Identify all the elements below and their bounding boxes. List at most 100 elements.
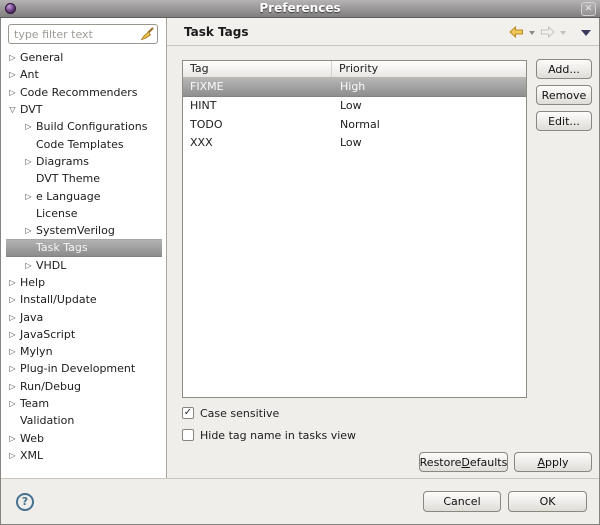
dialog-body: ▷General▷Ant▷Code Recommenders▽DVT▷Build… bbox=[1, 18, 599, 478]
priority-cell: Low bbox=[340, 99, 362, 113]
table-header-priority[interactable]: Priority bbox=[332, 61, 526, 77]
tree-collapsed-icon[interactable]: ▷ bbox=[6, 347, 19, 356]
hide-tag-name-in-tasks-view-checkbox[interactable]: Hide tag name in tasks view bbox=[182, 428, 356, 442]
edit-button[interactable]: Edit... bbox=[536, 111, 592, 131]
clear-filter-broom-icon[interactable] bbox=[140, 27, 154, 41]
tree-collapsed-icon[interactable]: ▷ bbox=[6, 399, 19, 408]
forward-arrow-icon[interactable] bbox=[540, 25, 555, 38]
tree-collapsed-icon[interactable]: ▷ bbox=[6, 313, 19, 322]
table-row-fixme[interactable]: FIXME High bbox=[183, 78, 526, 97]
sidebar-item-ant[interactable]: ▷ Ant bbox=[1, 66, 166, 83]
task-tags-table: Tag Priority FIXME High HINT Low TODO Normal X… bbox=[182, 60, 527, 398]
case-sensitive-checkbox[interactable]: ✓ Case sensitive bbox=[182, 406, 356, 420]
sidebar-item-label: Team bbox=[20, 397, 50, 411]
table-row-hint[interactable]: HINT Low bbox=[183, 97, 526, 116]
priority-cell: High bbox=[340, 80, 366, 94]
tree-collapsed-icon[interactable]: ▷ bbox=[6, 70, 19, 79]
table-row-xxx[interactable]: XXX Low bbox=[183, 134, 526, 153]
nav-controls bbox=[509, 25, 591, 38]
sidebar-item-build-configurations[interactable]: ▷ Build Configurations bbox=[1, 118, 166, 135]
help-icon: ? bbox=[21, 495, 29, 508]
checkbox-label: Case sensitive bbox=[200, 406, 280, 420]
sidebar-item-label: Ant bbox=[20, 68, 39, 82]
ok-button[interactable]: OK bbox=[508, 491, 587, 512]
tree-collapsed-icon[interactable]: ▷ bbox=[22, 192, 35, 201]
close-button[interactable]: ✕ bbox=[581, 2, 596, 16]
checkbox-unchecked-icon[interactable] bbox=[182, 429, 194, 441]
sidebar-item-label: VHDL bbox=[36, 258, 67, 272]
options-checkboxes: ✓ Case sensitive Hide tag name in tasks vi… bbox=[182, 406, 356, 442]
close-icon: ✕ bbox=[584, 4, 593, 14]
sidebar-item-code-recommenders[interactable]: ▷ Code Recommenders bbox=[1, 84, 166, 101]
tree-collapsed-icon[interactable]: ▷ bbox=[6, 278, 19, 287]
sidebar-item-code-templates[interactable]: Code Templates bbox=[1, 135, 166, 152]
tree-collapsed-icon[interactable]: ▷ bbox=[22, 261, 35, 270]
sidebar-item-dvt-theme[interactable]: DVT Theme bbox=[1, 170, 166, 187]
tree-collapsed-icon[interactable]: ▷ bbox=[6, 88, 19, 97]
restore-defaults-button[interactable]: Restore Defaults bbox=[419, 452, 508, 472]
sidebar-item-label: Install/Update bbox=[20, 293, 97, 307]
sidebar-item-install-update[interactable]: ▷ Install/Update bbox=[1, 291, 166, 308]
filter-field[interactable] bbox=[8, 24, 158, 44]
cancel-button[interactable]: Cancel bbox=[423, 491, 501, 512]
sidebar-item-systemverilog[interactable]: ▷ SystemVerilog bbox=[1, 222, 166, 239]
sidebar-item-label: Run/Debug bbox=[20, 379, 81, 393]
remove-button[interactable]: Remove bbox=[536, 85, 592, 105]
sidebar-item-label: Diagrams bbox=[36, 154, 89, 168]
sidebar-item-task-tags[interactable]: Task Tags bbox=[1, 239, 166, 257]
tag-action-buttons: Add... Remove Edit... bbox=[536, 59, 592, 131]
sidebar-item-dvt[interactable]: ▽ DVT bbox=[1, 101, 166, 118]
tree-collapsed-icon[interactable]: ▷ bbox=[6, 364, 19, 373]
sidebar-item-run-debug[interactable]: ▷ Run/Debug bbox=[1, 378, 166, 395]
table-body: FIXME High HINT Low TODO Normal XXX Low bbox=[183, 78, 526, 152]
filter-input[interactable] bbox=[14, 27, 140, 41]
sidebar-item-mylyn[interactable]: ▷ Mylyn bbox=[1, 343, 166, 360]
sidebar-item-diagrams[interactable]: ▷ Diagrams bbox=[1, 153, 166, 170]
tree-collapsed-icon[interactable]: ▷ bbox=[6, 382, 19, 391]
tree-collapsed-icon[interactable]: ▷ bbox=[22, 122, 35, 131]
titlebar[interactable]: Preferences ✕ bbox=[0, 0, 600, 18]
apply-button[interactable]: Apply bbox=[514, 452, 592, 472]
sidebar-item-label: Validation bbox=[20, 414, 75, 428]
table-header-tag[interactable]: Tag bbox=[183, 61, 332, 77]
tree-expanded-icon[interactable]: ▽ bbox=[6, 105, 19, 114]
main-panel: Task Tags Tag Priority FIXME High HINT L… bbox=[167, 18, 599, 478]
table-header-row: Tag Priority bbox=[183, 61, 526, 78]
sidebar-item-javascript[interactable]: ▷ JavaScript bbox=[1, 326, 166, 343]
back-dropdown-icon[interactable] bbox=[529, 30, 535, 35]
add-button[interactable]: Add... bbox=[536, 59, 592, 79]
tree-collapsed-icon[interactable]: ▷ bbox=[22, 157, 35, 166]
tree-collapsed-icon[interactable]: ▷ bbox=[6, 330, 19, 339]
sidebar-item-e-language[interactable]: ▷ e Language bbox=[1, 187, 166, 204]
sidebar-item-label: Plug-in Development bbox=[20, 362, 136, 376]
forward-dropdown-icon[interactable] bbox=[560, 30, 566, 35]
priority-cell: Normal bbox=[340, 117, 380, 131]
dialog-buttons: Cancel OK bbox=[423, 491, 587, 512]
sidebar-item-validation[interactable]: Validation bbox=[1, 412, 166, 429]
sidebar-item-team[interactable]: ▷ Team bbox=[1, 395, 166, 412]
preferences-tree: ▷ General ▷ Ant ▷ Code Recommenders ▽ DVT ▷ Build… bbox=[1, 47, 166, 464]
tree-collapsed-icon[interactable]: ▷ bbox=[22, 226, 35, 235]
sidebar-item-label: SystemVerilog bbox=[36, 224, 115, 238]
tree-collapsed-icon[interactable]: ▷ bbox=[6, 434, 19, 443]
checkbox-checked-icon[interactable]: ✓ bbox=[182, 407, 194, 419]
help-button[interactable]: ? bbox=[16, 492, 34, 511]
table-row-todo[interactable]: TODO Normal bbox=[183, 115, 526, 134]
tree-collapsed-icon[interactable]: ▷ bbox=[6, 53, 19, 62]
sidebar-item-help[interactable]: ▷ Help bbox=[1, 274, 166, 291]
sidebar-item-plug-in-development[interactable]: ▷ Plug-in Development bbox=[1, 360, 166, 377]
priority-cell: Low bbox=[340, 136, 362, 150]
sidebar-item-label: XML bbox=[20, 448, 44, 462]
bottom-bar: ? Cancel OK bbox=[1, 478, 599, 524]
tree-collapsed-icon[interactable]: ▷ bbox=[6, 295, 19, 304]
sidebar-item-xml[interactable]: ▷ XML bbox=[1, 447, 166, 464]
sidebar-item-web[interactable]: ▷ Web bbox=[1, 430, 166, 447]
view-menu-icon[interactable] bbox=[581, 29, 591, 36]
sidebar-item-license[interactable]: License bbox=[1, 205, 166, 222]
sidebar-item-label: Task Tags bbox=[36, 241, 88, 255]
sidebar-item-general[interactable]: ▷ General bbox=[1, 49, 166, 66]
sidebar-item-vhdl[interactable]: ▷ VHDL bbox=[1, 257, 166, 274]
back-arrow-icon[interactable] bbox=[509, 25, 524, 38]
tree-collapsed-icon[interactable]: ▷ bbox=[6, 451, 19, 460]
sidebar-item-java[interactable]: ▷ Java bbox=[1, 308, 166, 325]
